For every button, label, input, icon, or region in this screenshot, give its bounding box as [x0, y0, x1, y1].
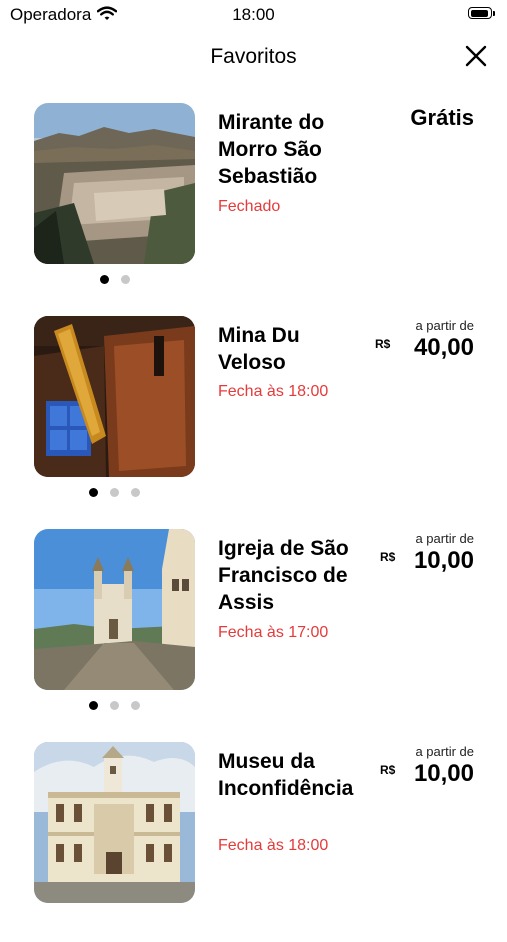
photo-pager[interactable] [34, 701, 195, 710]
price-from-label: a partir de [415, 531, 474, 546]
price-value: 40,00 [413, 334, 474, 361]
opening-status: Fecha às 18:00 [218, 383, 329, 400]
status-bar: Operadora 18:00 [0, 0, 507, 30]
price-from-label: a partir de [415, 318, 474, 333]
item-photo[interactable] [34, 742, 195, 903]
opening-status: Fecha às 17:00 [218, 624, 329, 641]
opening-status: Fechado [218, 198, 281, 215]
item-name: Mirante do Morro São Sebastião [218, 111, 325, 188]
price-free: Grátis [410, 105, 474, 130]
price-currency: R$ [380, 763, 396, 777]
page-title: Favoritos [210, 45, 297, 68]
pager-dot[interactable] [89, 701, 98, 710]
list-item[interactable]: Museu da Inconfidência Fecha às 18:00 a … [0, 742, 507, 942]
price-value: 10,00 [413, 547, 474, 574]
price-value: 10,00 [413, 760, 474, 787]
item-name: Igreja de São Francisco de Assis [218, 537, 349, 614]
list-item[interactable]: Mina Du Veloso Fecha às 18:00 a partir d… [0, 316, 507, 516]
price-currency: R$ [375, 337, 391, 351]
item-name: Mina Du Veloso [218, 324, 300, 374]
price-from-label: a partir de [415, 744, 474, 759]
photo-pager[interactable] [34, 488, 195, 497]
battery-icon [468, 7, 498, 21]
pager-dot[interactable] [131, 701, 140, 710]
pager-dot[interactable] [89, 488, 98, 497]
item-photo[interactable] [34, 316, 195, 477]
pager-dot[interactable] [99, 275, 109, 284]
pager-dot[interactable] [131, 488, 140, 497]
opening-status: Fecha às 18:00 [218, 837, 329, 854]
item-name: Museu da Inconfidência [218, 750, 354, 800]
photo-pager[interactable] [34, 275, 195, 284]
close-button[interactable] [463, 43, 489, 69]
pager-dot[interactable] [120, 275, 130, 284]
status-time: 18:00 [232, 5, 275, 24]
item-photo[interactable] [34, 103, 195, 264]
item-photo[interactable] [34, 529, 195, 690]
list-item[interactable]: Igreja de São Francisco de Assis Fecha à… [0, 529, 507, 729]
price-currency: R$ [380, 550, 396, 564]
list-item[interactable]: Mirante do Morro São Sebastião Fechado G… [0, 103, 507, 303]
close-icon [465, 45, 487, 67]
pager-dot[interactable] [110, 701, 119, 710]
pager-dot[interactable] [110, 488, 119, 497]
